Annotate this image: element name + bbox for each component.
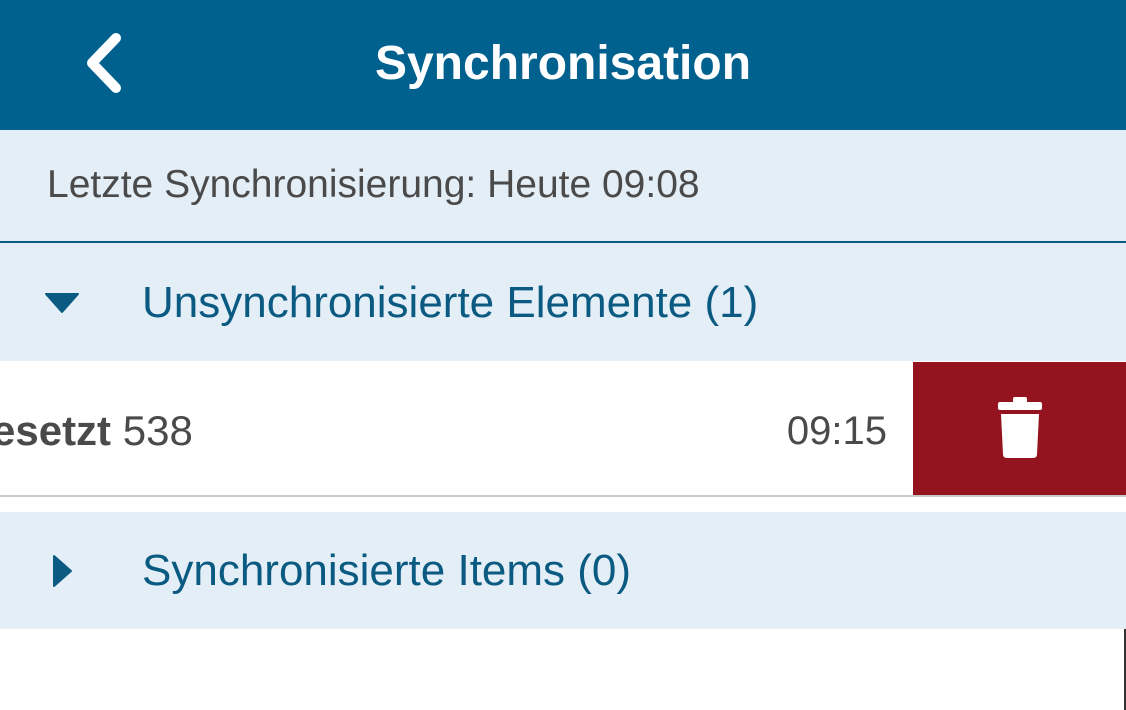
- section-synchronized-label: Synchronisierte Items (0): [142, 546, 632, 595]
- caret-down-icon: [45, 293, 79, 313]
- unsynced-item[interactable]: esetzt 538 09:15: [0, 362, 913, 495]
- delete-button[interactable]: [913, 362, 1126, 495]
- section-unsynchronized-label: Unsynchronisierte Elemente (1): [142, 278, 759, 327]
- sync-screen: Synchronisation Letzte Synchronisierung:…: [0, 0, 1126, 710]
- list-item: esetzt 538 09:15: [0, 362, 1126, 497]
- nav-bar: Synchronisation: [0, 0, 1126, 130]
- last-sync-text: Letzte Synchronisierung: Heute 09:08: [47, 163, 700, 206]
- trash-icon: [998, 397, 1042, 458]
- item-time: 09:15: [786, 409, 887, 453]
- page-title: Synchronisation: [374, 37, 752, 90]
- caret-right-icon: [53, 555, 72, 587]
- item-title: esetzt 538: [0, 406, 193, 456]
- section-synchronized-header[interactable]: Synchronisierte Items (0): [0, 512, 1126, 629]
- item-title-bold: esetzt: [0, 407, 112, 454]
- section-unsynchronized-header[interactable]: Unsynchronisierte Elemente (1): [0, 243, 1126, 361]
- item-title-number: 538: [122, 407, 193, 454]
- last-sync-bar: Letzte Synchronisierung: Heute 09:08: [0, 130, 1126, 243]
